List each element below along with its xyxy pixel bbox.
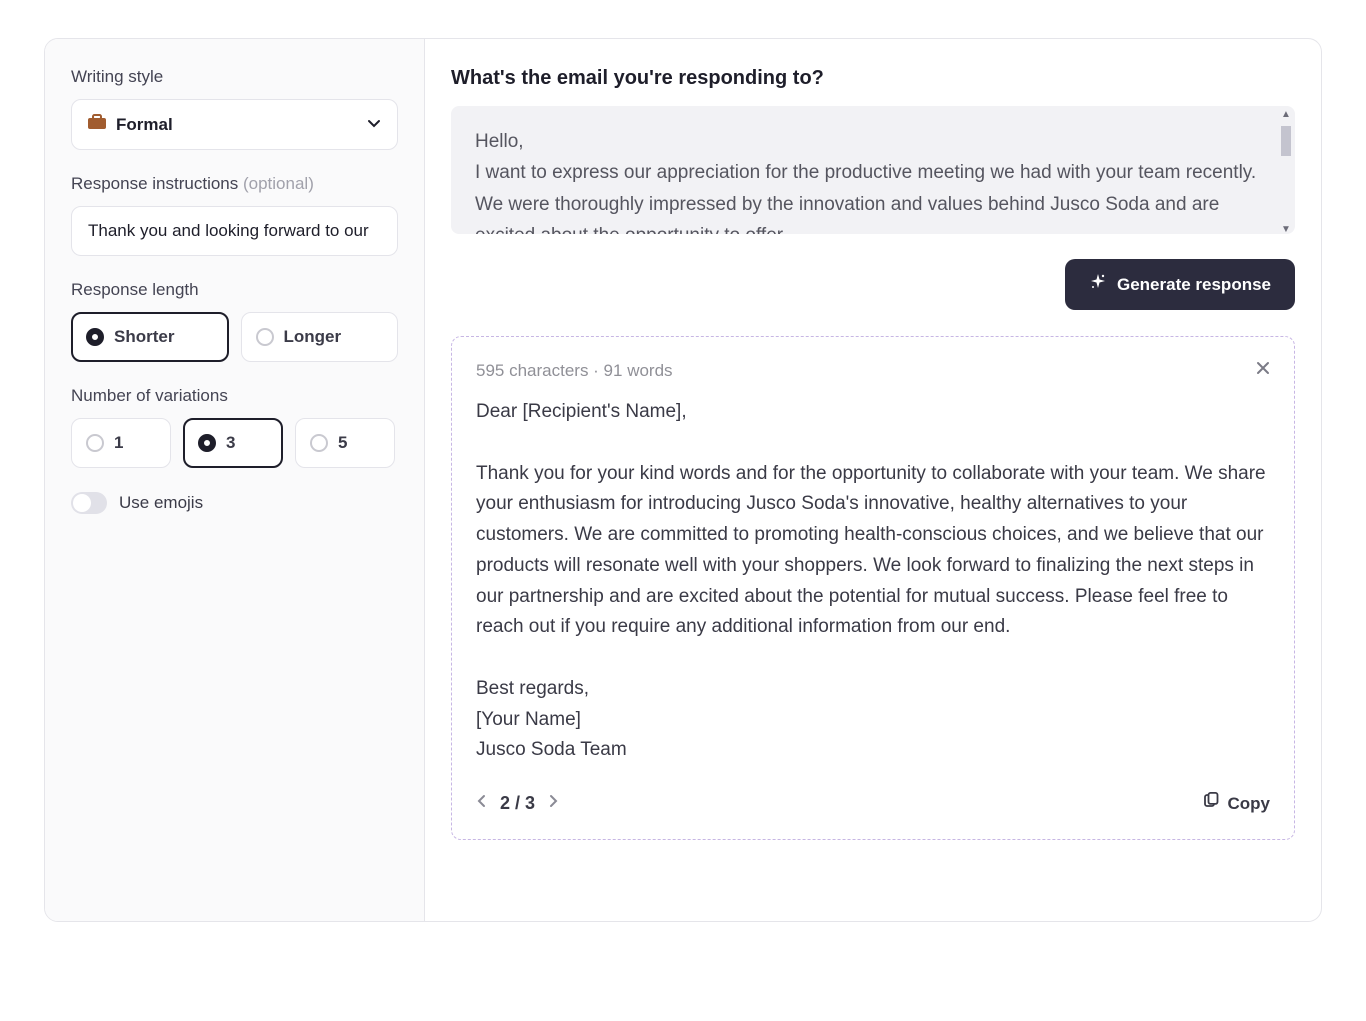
chevron-down-icon bbox=[367, 115, 381, 135]
scrollbar[interactable]: ▲ ▼ bbox=[1279, 110, 1293, 235]
variation-1-option[interactable]: 1 bbox=[71, 418, 171, 468]
generate-row: Generate response bbox=[451, 259, 1295, 310]
generate-label: Generate response bbox=[1117, 275, 1271, 295]
response-meta: 595 characters · 91 words bbox=[476, 361, 1270, 381]
sparkle-icon bbox=[1089, 273, 1107, 296]
copy-label: Copy bbox=[1228, 794, 1271, 814]
response-pager: 2 / 3 bbox=[476, 793, 559, 814]
radio-dot-icon bbox=[198, 434, 216, 452]
variations-label: Number of variations bbox=[71, 386, 398, 406]
emojis-label: Use emojis bbox=[119, 493, 203, 513]
next-page-button[interactable] bbox=[549, 794, 559, 813]
response-card: 595 characters · 91 words Dear [Recipien… bbox=[451, 336, 1295, 840]
response-instructions-label: Response instructions (optional) bbox=[71, 174, 398, 194]
variation-3-option[interactable]: 3 bbox=[183, 418, 283, 468]
email-textarea-wrap: ▲ ▼ bbox=[451, 106, 1295, 239]
response-length-label: Response length bbox=[71, 280, 398, 300]
copy-button[interactable]: Copy bbox=[1202, 792, 1271, 815]
copy-icon bbox=[1202, 792, 1220, 815]
emojis-toggle[interactable] bbox=[71, 492, 107, 514]
response-instructions-input-wrap bbox=[71, 206, 398, 256]
generate-response-button[interactable]: Generate response bbox=[1065, 259, 1295, 310]
prompt-heading: What's the email you're responding to? bbox=[451, 67, 1295, 90]
email-textarea[interactable] bbox=[451, 106, 1295, 234]
response-length-options: Shorter Longer bbox=[71, 312, 398, 362]
prev-page-button[interactable] bbox=[476, 794, 486, 813]
app-panel: Writing style Formal Response instructio… bbox=[44, 38, 1322, 922]
writing-style-value: Formal bbox=[116, 115, 173, 135]
page-indicator: 2 / 3 bbox=[500, 793, 535, 814]
variations-options: 1 3 5 bbox=[71, 418, 398, 468]
scroll-down-icon: ▼ bbox=[1281, 225, 1291, 235]
length-shorter-option[interactable]: Shorter bbox=[71, 312, 229, 362]
settings-sidebar: Writing style Formal Response instructio… bbox=[45, 39, 425, 921]
emojis-toggle-row: Use emojis bbox=[71, 492, 398, 514]
writing-style-label: Writing style bbox=[71, 67, 398, 87]
briefcase-icon bbox=[88, 114, 106, 135]
close-icon[interactable] bbox=[1256, 359, 1270, 380]
writing-style-select[interactable]: Formal bbox=[71, 99, 398, 150]
variation-5-option[interactable]: 5 bbox=[295, 418, 395, 468]
response-footer: 2 / 3 Copy bbox=[476, 792, 1270, 815]
radio-dot-icon bbox=[310, 434, 328, 452]
main-panel: What's the email you're responding to? ▲… bbox=[425, 39, 1321, 921]
response-instructions-input[interactable] bbox=[88, 221, 381, 241]
radio-dot-icon bbox=[86, 434, 104, 452]
scroll-up-icon: ▲ bbox=[1281, 110, 1291, 120]
radio-dot-icon bbox=[86, 328, 104, 346]
length-longer-option[interactable]: Longer bbox=[241, 312, 399, 362]
response-body: Dear [Recipient's Name], Thank you for y… bbox=[476, 397, 1270, 766]
radio-dot-icon bbox=[256, 328, 274, 346]
